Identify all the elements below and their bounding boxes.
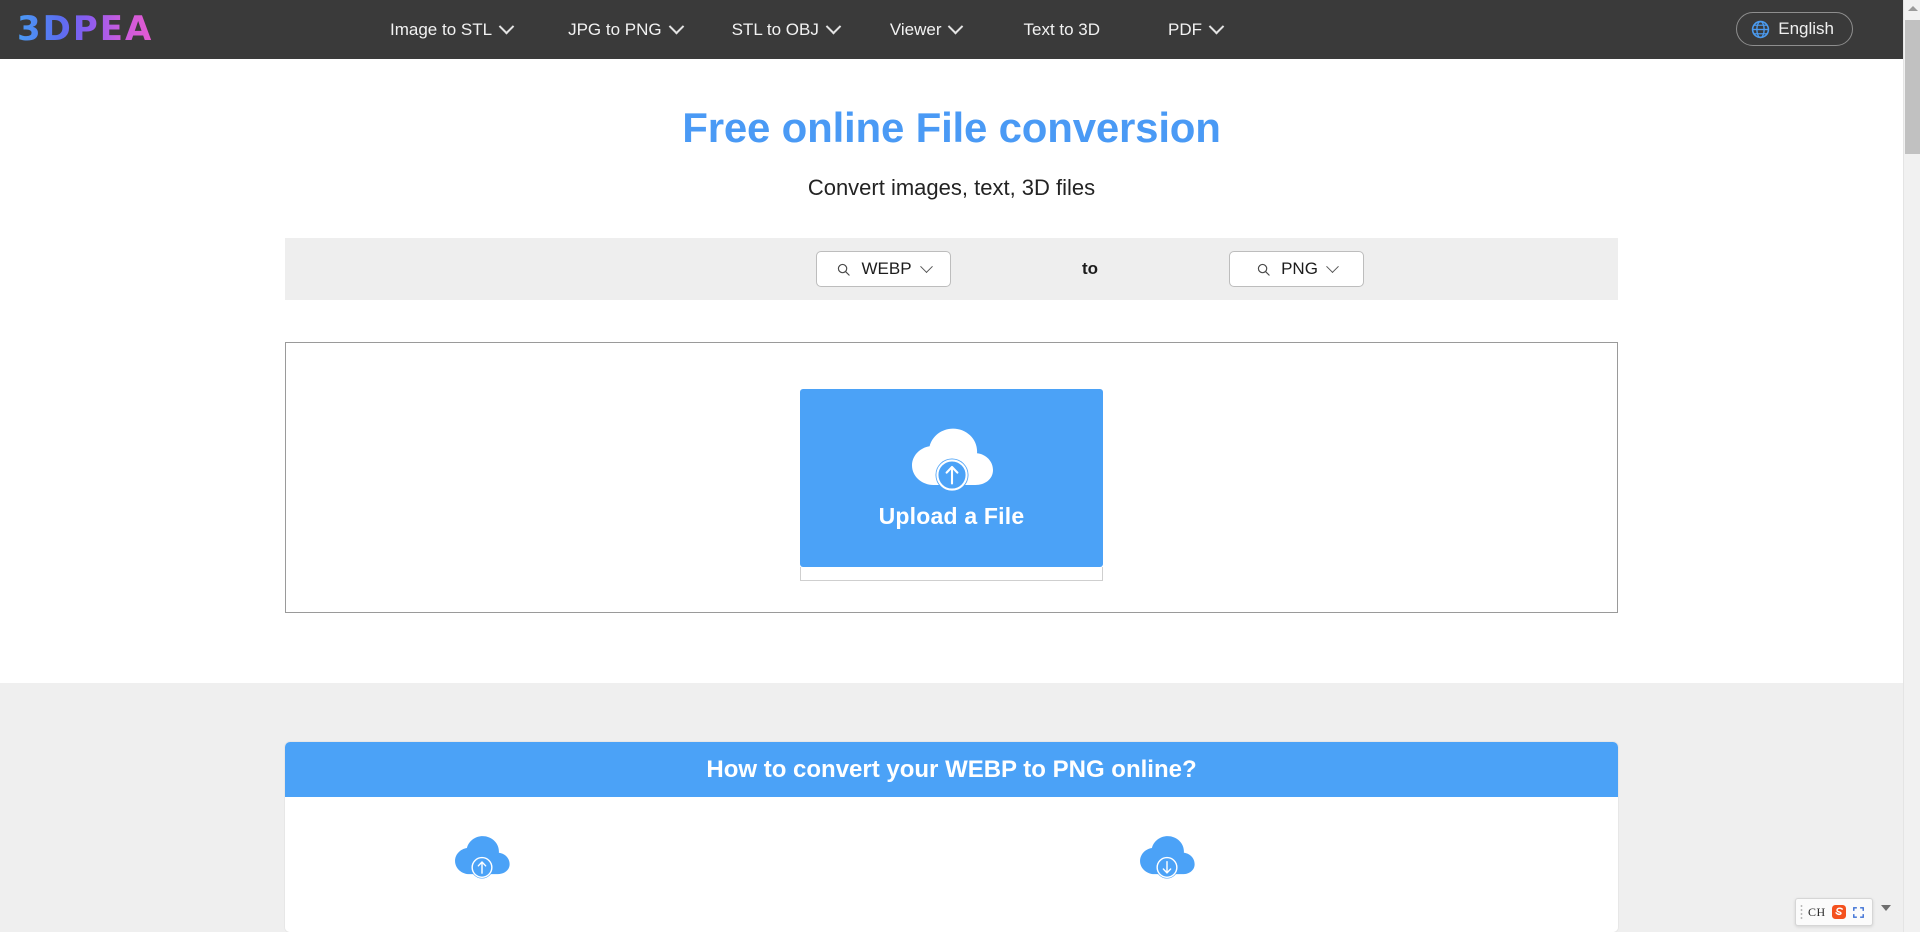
upload-dropzone[interactable]: Upload a File xyxy=(285,342,1618,613)
nav-item-label: Viewer xyxy=(889,20,942,39)
nav-item-text-to-3d[interactable]: Text to 3D xyxy=(1023,0,1100,59)
howto-section: How to convert your WEBP to PNG online? xyxy=(0,683,1903,932)
howto-step-2 xyxy=(1136,833,1198,883)
nav-item-label: Image to STL xyxy=(390,20,493,39)
upload-a-file-button[interactable]: Upload a File xyxy=(800,388,1103,581)
nav-item-label: Text to 3D xyxy=(1023,20,1101,39)
nav-item-viewer[interactable]: Viewer xyxy=(889,0,964,59)
chevron-down-icon xyxy=(948,18,964,35)
search-icon xyxy=(838,263,851,276)
site-logo[interactable]: 3DPEA xyxy=(17,9,153,49)
chevron-down-icon xyxy=(919,259,933,273)
ime-mode-label[interactable]: CH xyxy=(1808,905,1826,920)
search-icon xyxy=(1257,263,1270,276)
language-selector-button[interactable]: English xyxy=(1736,12,1853,46)
target-format-label: PNG xyxy=(1281,259,1318,278)
top-navigation-bar: 3DPEA Image to STL JPG to PNG STL to OBJ… xyxy=(0,0,1903,59)
vertical-scrollbar[interactable] xyxy=(1903,0,1920,932)
chevron-down-icon xyxy=(1326,259,1339,273)
page-title: Free online File conversion xyxy=(682,104,1221,151)
howto-heading: How to convert your WEBP to PNG online? xyxy=(706,755,1197,783)
nav-item-pdf[interactable]: PDF xyxy=(1168,0,1225,59)
nav-item-jpg-to-png[interactable]: JPG to PNG xyxy=(568,0,684,59)
ime-floating-bar[interactable]: CH xyxy=(1795,898,1873,926)
globe-icon xyxy=(1752,20,1770,38)
browser-page: 3DPEA Image to STL JPG to PNG STL to OBJ… xyxy=(0,0,1920,932)
howto-card-body xyxy=(285,797,1618,932)
chevron-down-icon xyxy=(1208,18,1225,35)
upload-button-footer-strip xyxy=(800,566,1103,581)
chevron-down-icon[interactable] xyxy=(1881,905,1891,911)
chevron-down-icon xyxy=(825,18,842,35)
sogou-s-icon[interactable] xyxy=(1831,904,1847,920)
target-format-dropdown[interactable]: PNG xyxy=(1229,251,1364,287)
nav-item-label: JPG to PNG xyxy=(568,20,662,39)
cloud-upload-icon xyxy=(911,428,993,492)
scroll-up-arrow-icon[interactable] xyxy=(1904,0,1920,17)
format-selection-bar: WEBP to PNG xyxy=(285,238,1618,300)
nav-item-label: PDF xyxy=(1168,20,1203,39)
ime-drag-handle[interactable] xyxy=(1800,904,1803,920)
chevron-down-icon xyxy=(668,18,684,35)
upload-button-label: Upload a File xyxy=(878,503,1025,529)
nav-item-label: STL to OBJ xyxy=(731,20,819,39)
chevron-down-icon xyxy=(498,18,515,35)
page-subtitle: Convert images, text, 3D files xyxy=(807,175,1096,200)
source-format-dropdown[interactable]: WEBP xyxy=(816,251,951,287)
nav-menu: Image to STL JPG to PNG STL to OBJ Viewe… xyxy=(390,0,1225,59)
conversion-separator-label: to xyxy=(1081,259,1099,278)
howto-card-header: How to convert your WEBP to PNG online? xyxy=(285,742,1618,797)
howto-card: How to convert your WEBP to PNG online? xyxy=(285,742,1618,932)
hero-section: Free online File conversion Convert imag… xyxy=(0,59,1903,203)
language-label: English xyxy=(1778,19,1834,38)
source-format-label: WEBP xyxy=(861,259,912,278)
page-viewport: 3DPEA Image to STL JPG to PNG STL to OBJ… xyxy=(0,0,1903,932)
cloud-upload-icon xyxy=(455,836,510,879)
howto-step-1 xyxy=(451,833,513,883)
scrollbar-thumb[interactable] xyxy=(1905,20,1920,154)
nav-item-stl-to-obj[interactable]: STL to OBJ xyxy=(731,0,842,59)
nav-item-image-to-stl[interactable]: Image to STL xyxy=(390,0,515,59)
soft-keyboard-icon[interactable] xyxy=(1852,906,1865,919)
cloud-download-icon xyxy=(1140,836,1195,879)
